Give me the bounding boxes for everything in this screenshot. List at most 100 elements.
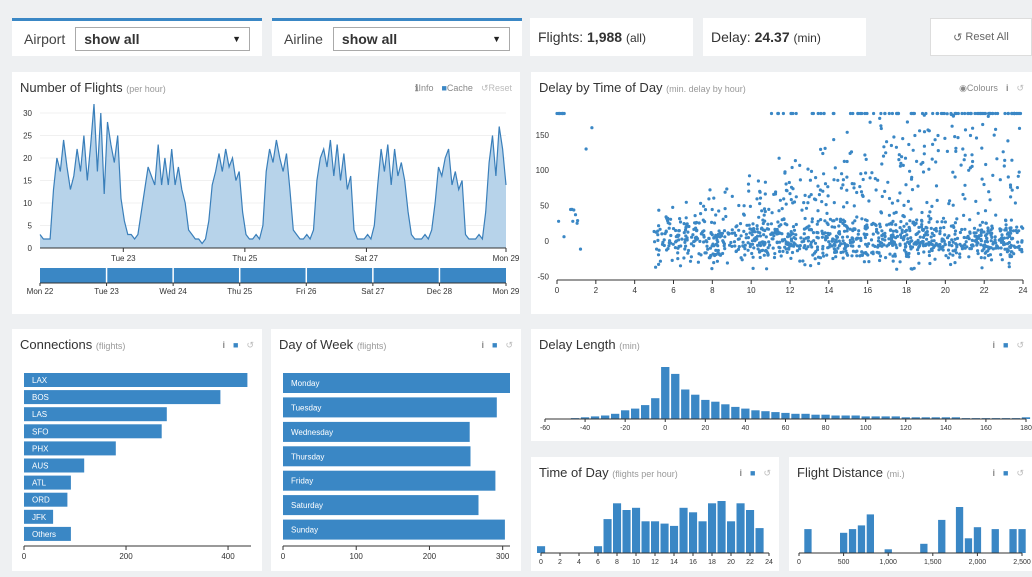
bar <box>537 546 546 553</box>
scatter-point <box>824 236 828 240</box>
reset-all-button[interactable]: ↺ Reset All <box>930 18 1032 56</box>
scatter-point <box>794 222 798 227</box>
scatter-point <box>725 187 729 191</box>
scatter-point <box>865 232 869 237</box>
distance-chart[interactable]: 0 500 1,000 1,500 2,000 2,500 <box>789 457 1032 571</box>
scatter-point <box>915 232 919 236</box>
scatter-point <box>755 197 759 201</box>
scatter-point <box>990 111 994 116</box>
delay-by-time-chart[interactable]: -500501001500 2 4 6 8 10 12 14 16 18 20 22 24 <box>531 72 1032 314</box>
scatter-point <box>789 237 793 241</box>
scatter-point <box>819 147 823 151</box>
y-tick-label: 100 <box>536 166 550 175</box>
scatter-point <box>777 156 781 160</box>
scatter-point <box>884 256 888 260</box>
delay-stat: Delay: 24.37 (min) <box>711 29 821 45</box>
scatter-point <box>684 225 688 229</box>
x-tick-label: 8 <box>710 286 715 295</box>
scatter-point <box>900 230 904 235</box>
scatter-point <box>670 258 674 262</box>
scatter-point <box>688 259 693 263</box>
scatter-point <box>701 218 705 222</box>
scatter-point <box>654 265 658 269</box>
scatter-point <box>762 213 766 217</box>
bar-label: LAS <box>32 410 47 419</box>
scatter-point <box>762 233 766 237</box>
bar-label: ATL <box>32 479 47 488</box>
scatter-point <box>991 173 995 177</box>
bar <box>24 373 248 387</box>
scatter-point <box>893 252 897 256</box>
scatter-point <box>845 130 849 134</box>
connections-chart[interactable]: LAX BOS LAS SFO PHX AUS ATL ORD JFK Others 0 200 400 <box>12 329 262 571</box>
time-of-day-chart[interactable]: 0 2 4 6 8 10 12 14 16 18 20 22 24 <box>531 457 779 571</box>
scatter-point <box>825 211 829 215</box>
airline-select[interactable]: show all ▼ <box>332 26 510 51</box>
scatter-point <box>751 266 755 270</box>
scatter-point <box>758 202 762 206</box>
scatter-point <box>955 245 959 249</box>
scatter-point <box>660 232 664 236</box>
scatter-point <box>817 193 821 197</box>
scatter-point <box>852 227 856 231</box>
scatter-point <box>717 229 721 233</box>
scatter-point <box>877 236 881 240</box>
scatter-point <box>712 221 717 225</box>
day-of-week-chart[interactable]: Monday Tuesday Wednesday Thursday Friday Satu… <box>271 329 521 571</box>
scatter-point <box>868 176 872 180</box>
scatter-point <box>674 228 678 233</box>
x-tick-label: 16 <box>863 286 872 295</box>
scatter-point <box>786 232 790 236</box>
scatter-point <box>1017 170 1021 174</box>
scatter-point <box>806 201 810 205</box>
scatter-point <box>985 236 989 240</box>
scatter-point <box>784 202 788 206</box>
scatter-point <box>976 241 980 245</box>
scatter-point <box>794 195 798 199</box>
scatter-point <box>863 111 867 116</box>
scatter-point <box>788 244 792 248</box>
scatter-point <box>989 258 994 262</box>
scatter-point <box>841 235 845 239</box>
airport-select[interactable]: show all ▼ <box>75 26 250 51</box>
scatter-point <box>784 182 788 186</box>
scatter-point <box>859 190 864 194</box>
scatter-point <box>864 157 868 161</box>
scatter-point <box>712 261 716 265</box>
scatter-point <box>883 231 887 235</box>
scatter-point <box>830 239 834 243</box>
scatter-point <box>880 234 884 238</box>
scatter-point <box>669 233 673 238</box>
scatter-point <box>682 256 686 260</box>
scatter-point <box>887 111 891 116</box>
scatter-point <box>899 220 903 224</box>
scatter-point <box>909 236 913 240</box>
scatter-point <box>929 226 933 230</box>
scatter-point <box>1016 240 1020 244</box>
scatter-point <box>698 239 702 243</box>
bar <box>751 410 760 419</box>
scatter-point <box>802 201 806 205</box>
scatter-point <box>940 220 944 224</box>
bar <box>641 405 650 419</box>
scatter-point <box>963 111 967 116</box>
scatter-point <box>1009 231 1013 235</box>
scatter-point <box>908 169 912 173</box>
delay-length-chart[interactable]: -60 -40 -20 0 20 40 60 80 100 120 140 160 180 <box>531 329 1032 441</box>
scatter-point <box>890 235 894 239</box>
x-tick-label: 2 <box>558 559 562 566</box>
flights-per-hour-chart[interactable]: 0 5 10 15 20 25 30 Tue 23 Thu 25 Sat 27 Mon 29 Mon … <box>12 72 520 314</box>
reset-icon: ↺ <box>953 31 963 44</box>
scatter-point <box>714 213 718 217</box>
scatter-point <box>943 243 947 247</box>
scatter-point <box>750 251 754 256</box>
bar-label: SFO <box>32 427 48 436</box>
scatter-point <box>744 232 748 236</box>
scatter-point <box>905 222 909 226</box>
scatter-point <box>982 182 986 187</box>
scatter-point <box>861 177 865 182</box>
scatter-point <box>927 167 931 171</box>
scatter-point <box>816 184 820 188</box>
scatter-point <box>976 228 980 232</box>
scatter-point <box>951 170 955 174</box>
